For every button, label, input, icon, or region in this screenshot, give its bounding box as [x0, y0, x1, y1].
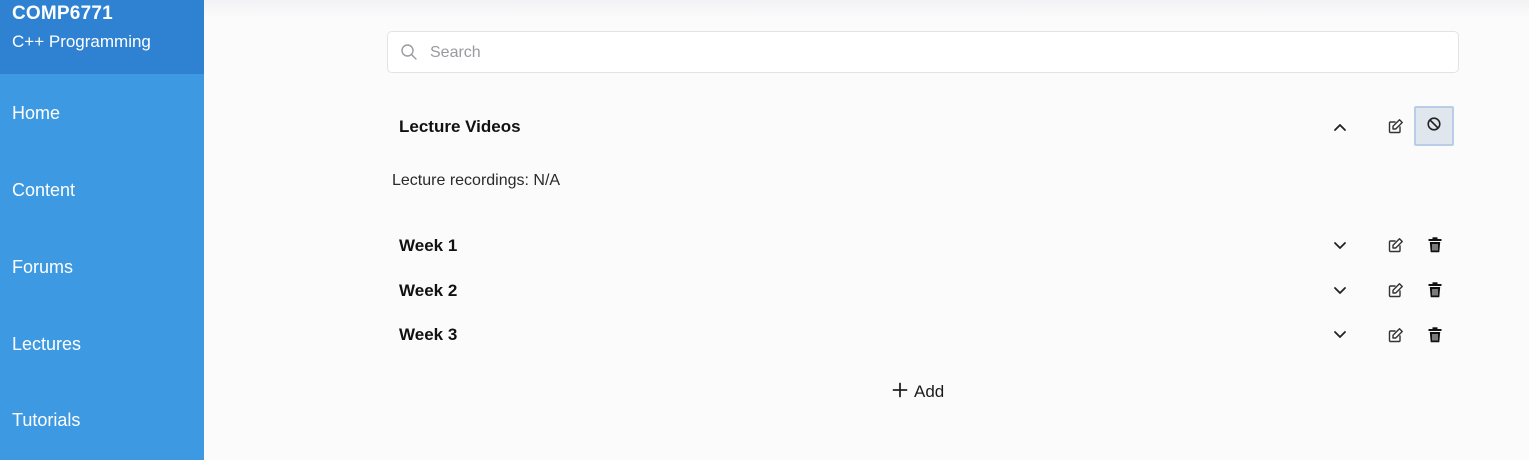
plus-icon	[892, 382, 908, 403]
search-box[interactable]	[387, 31, 1459, 74]
edit-button[interactable]	[1386, 325, 1406, 345]
sidebar-item-lectures[interactable]: Lectures	[12, 334, 81, 355]
add-label: Add	[914, 382, 945, 401]
delete-button[interactable]	[1425, 325, 1445, 345]
week-title[interactable]: Week 3	[399, 325, 457, 345]
trash-icon	[1428, 237, 1442, 253]
collapse-button[interactable]	[1330, 117, 1350, 137]
delete-button[interactable]	[1425, 235, 1445, 255]
sidebar-item-content[interactable]: Content	[12, 180, 75, 201]
edit-icon	[1388, 327, 1404, 343]
chevron-up-icon	[1333, 122, 1347, 132]
expand-button[interactable]	[1330, 236, 1350, 256]
add-button[interactable]: Add	[892, 380, 944, 404]
edit-icon	[1388, 282, 1404, 298]
edit-section-button[interactable]	[1386, 116, 1406, 136]
sidebar: COMP6771 C++ Programming Home Content Fo…	[0, 0, 204, 460]
trash-icon	[1428, 282, 1442, 298]
search-input[interactable]	[428, 32, 1452, 74]
cancel-icon	[1426, 116, 1442, 137]
section-description: Lecture recordings: N/A	[392, 172, 561, 189]
cancel-delete-button[interactable]	[1414, 106, 1454, 146]
search-icon	[400, 43, 418, 61]
edit-icon	[1388, 237, 1404, 253]
sidebar-item-home[interactable]: Home	[12, 103, 60, 124]
chevron-down-icon	[1333, 241, 1347, 251]
delete-button[interactable]	[1425, 280, 1445, 300]
trash-icon	[1428, 327, 1442, 343]
section-title[interactable]: Lecture Videos	[399, 117, 521, 137]
chevron-down-icon	[1333, 330, 1347, 340]
expand-button[interactable]	[1330, 325, 1350, 345]
expand-button[interactable]	[1330, 281, 1350, 301]
top-bar	[204, 0, 1529, 18]
chevron-down-icon	[1333, 286, 1347, 296]
edit-icon	[1388, 118, 1404, 134]
week-title[interactable]: Week 2	[399, 281, 457, 301]
week-title[interactable]: Week 1	[399, 236, 457, 256]
sidebar-item-tutorials[interactable]: Tutorials	[12, 410, 80, 431]
course-name: C++ Programming	[12, 32, 151, 51]
edit-button[interactable]	[1386, 235, 1406, 255]
course-header: COMP6771 C++ Programming	[0, 0, 204, 74]
sidebar-item-forums[interactable]: Forums	[12, 257, 73, 278]
course-code: COMP6771	[12, 3, 113, 24]
edit-button[interactable]	[1386, 280, 1406, 300]
